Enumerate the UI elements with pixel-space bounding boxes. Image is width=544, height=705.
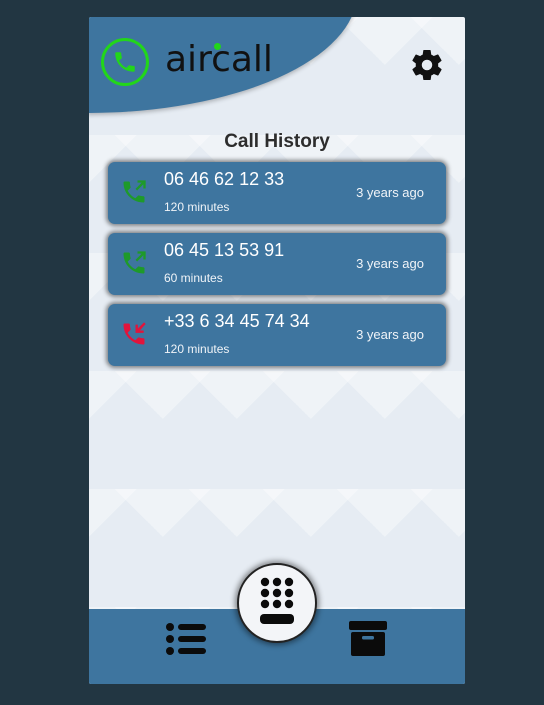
- call-item[interactable]: 06 45 13 53 91 60 minutes 3 years ago: [108, 233, 446, 295]
- call-time: 3 years ago: [356, 327, 424, 342]
- page-title: Call History: [224, 131, 330, 152]
- call-duration: 120 minutes: [164, 342, 230, 356]
- call-number: 06 46 62 12 33: [164, 169, 285, 189]
- list-icon[interactable]: [166, 622, 208, 656]
- call-duration: 60 minutes: [164, 271, 223, 285]
- call-list: 06 46 62 12 33 120 minutes 3 years ago 0…: [108, 162, 446, 375]
- call-number: +33 6 34 45 74 34: [164, 311, 310, 331]
- archive-icon[interactable]: [348, 620, 388, 658]
- call-time: 3 years ago: [356, 185, 424, 200]
- gear-icon[interactable]: [409, 47, 445, 83]
- call-time: 3 years ago: [356, 256, 424, 271]
- call-duration: 120 minutes: [164, 200, 230, 214]
- call-number: 06 45 13 53 91: [164, 240, 285, 260]
- logo-phone-icon: [101, 38, 149, 86]
- outgoing-call-icon: [120, 178, 148, 206]
- logo-dot: [214, 43, 221, 50]
- outgoing-call-icon: [120, 249, 148, 277]
- call-item[interactable]: +33 6 34 45 74 34 120 minutes 3 years ag…: [108, 304, 446, 366]
- dialpad-icon: [257, 576, 297, 630]
- dialpad-button[interactable]: [237, 563, 317, 643]
- call-item[interactable]: 06 46 62 12 33 120 minutes 3 years ago: [108, 162, 446, 224]
- missed-call-icon: [120, 320, 148, 348]
